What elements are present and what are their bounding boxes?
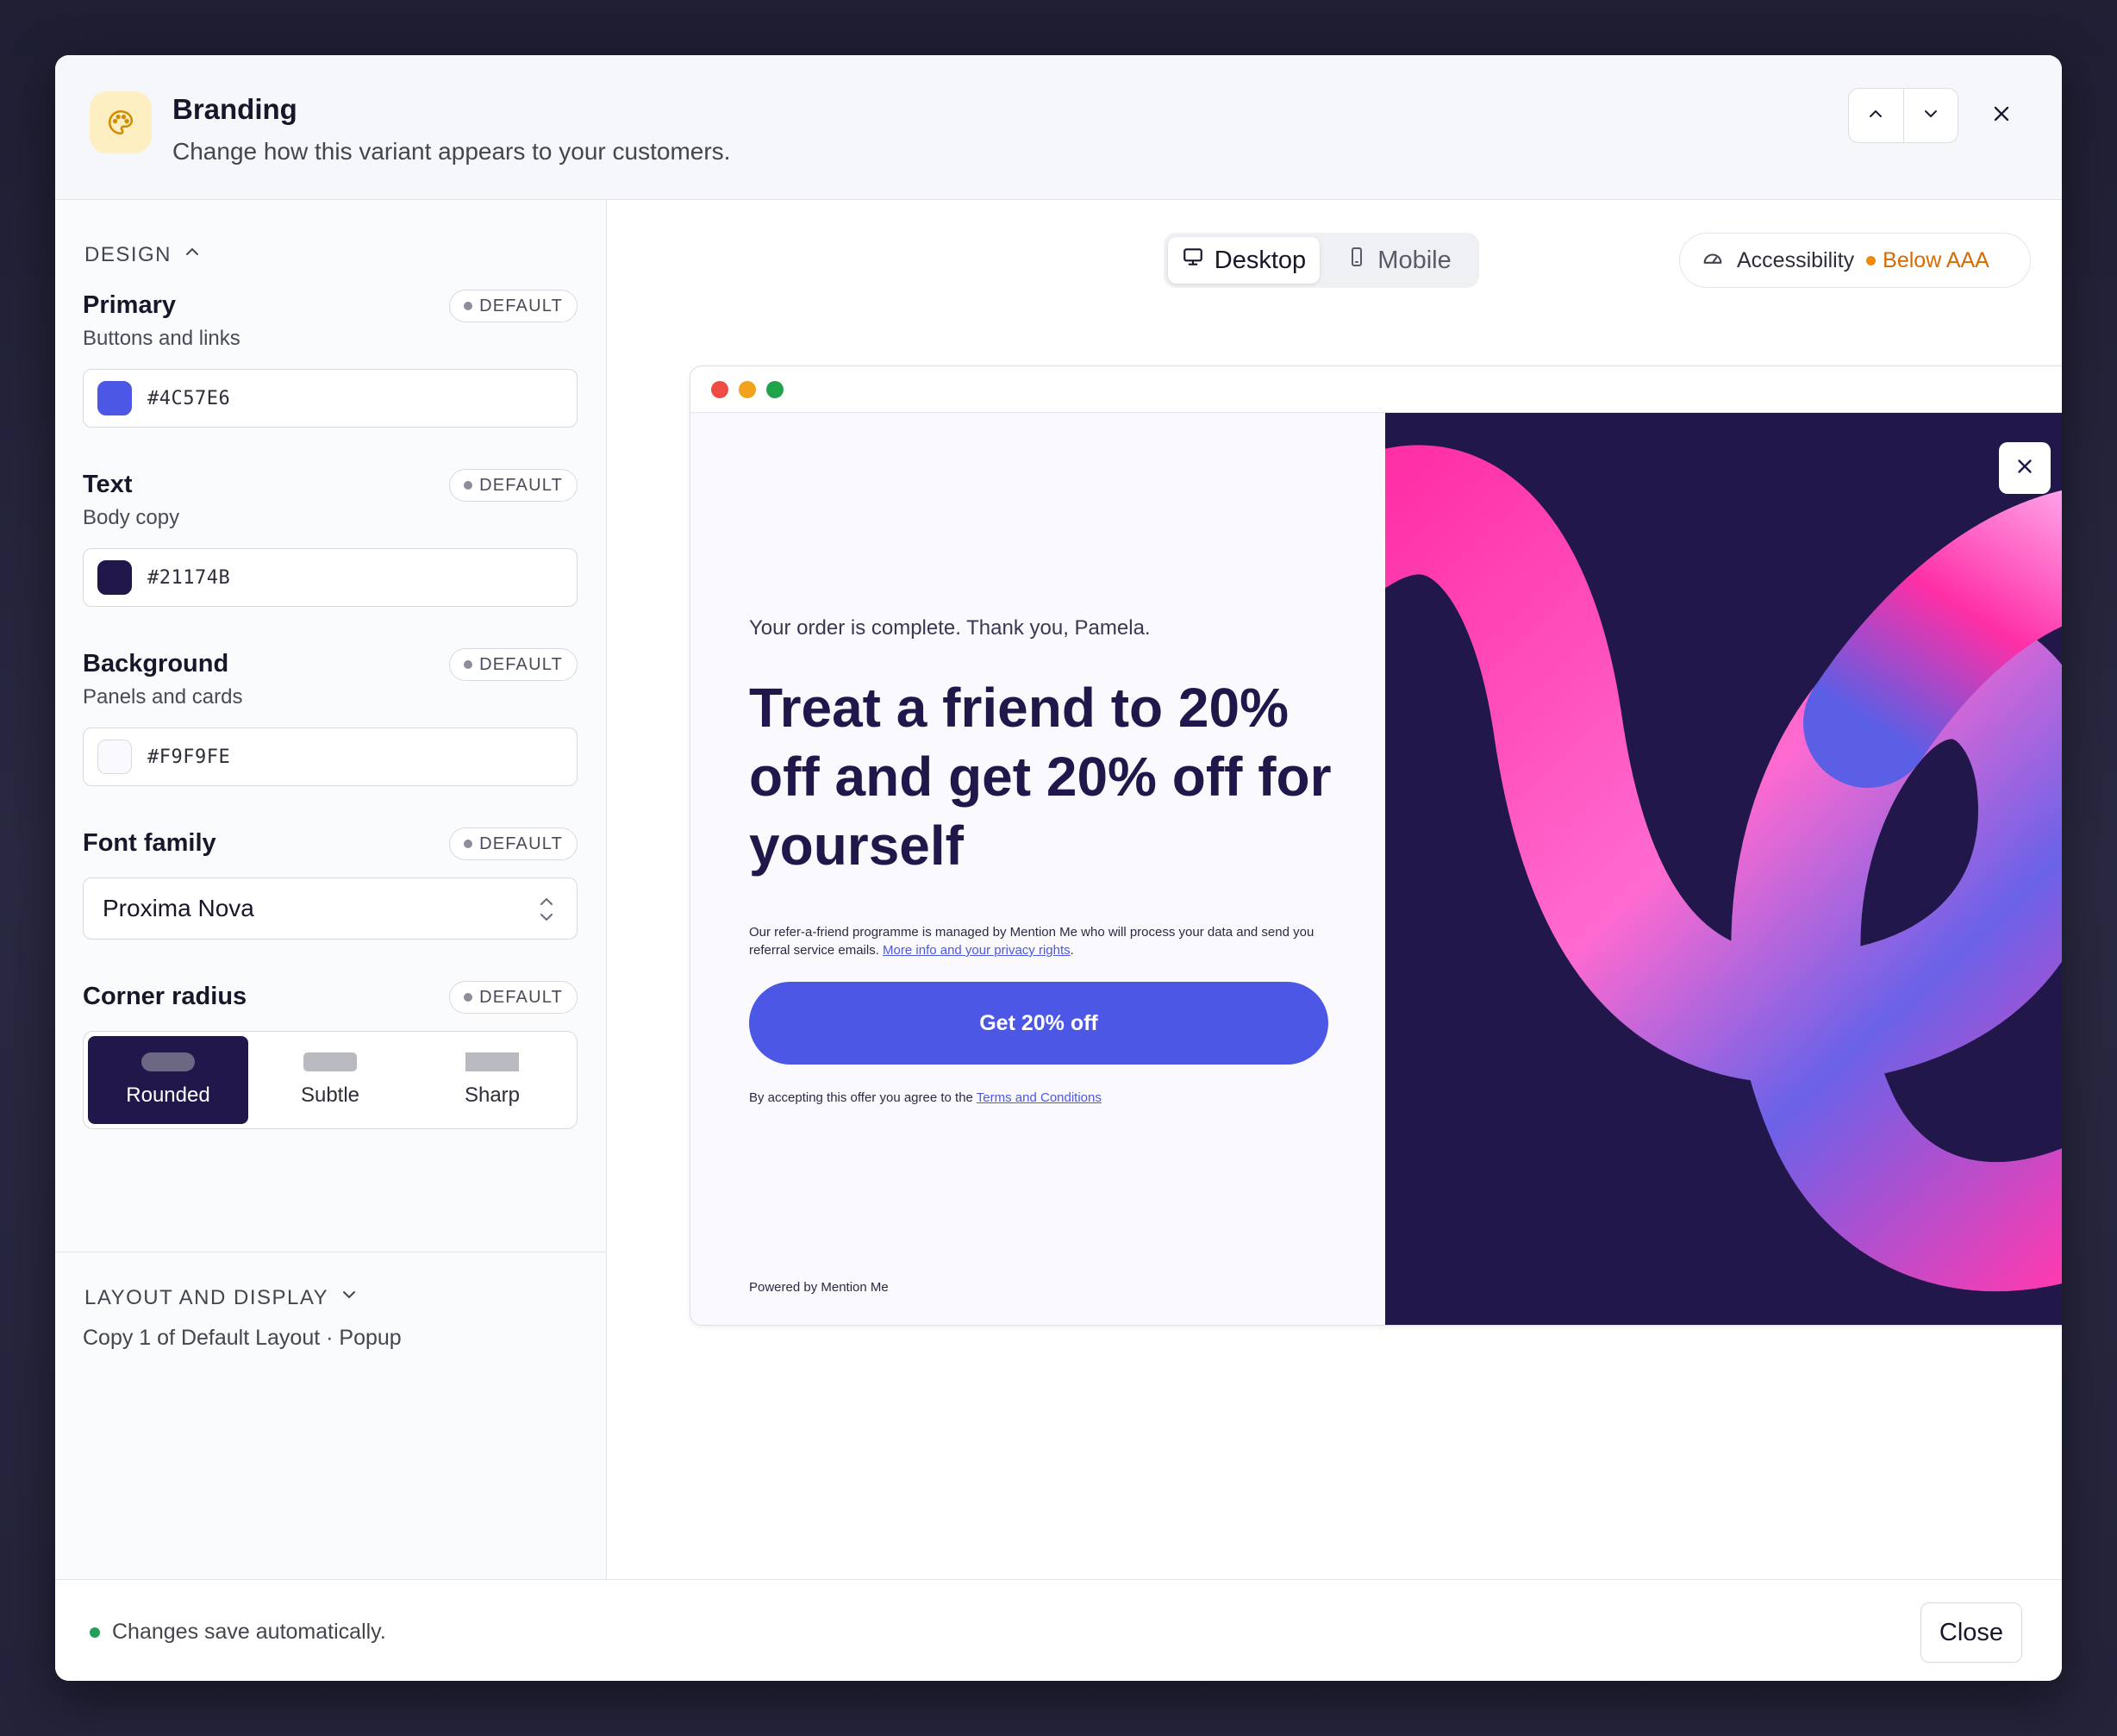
primary-color-input[interactable]: #4C57E6: [83, 369, 578, 428]
radius-option-sharp[interactable]: Sharp: [412, 1036, 572, 1124]
branding-dialog: Branding Change how this variant appears…: [55, 55, 2062, 1681]
default-badge: DEFAULT: [449, 290, 578, 322]
chevron-up-icon: [182, 241, 203, 268]
color-value: #F9F9FE: [147, 746, 231, 768]
background-color-input[interactable]: #F9F9FE: [83, 727, 578, 786]
chevron-down-icon: [1920, 103, 1941, 128]
privacy-link[interactable]: More info and your privacy rights: [883, 943, 1071, 958]
default-badge: DEFAULT: [449, 648, 578, 681]
chevron-up-icon: [1865, 103, 1886, 128]
dialog-close-button[interactable]: [1979, 93, 2024, 138]
font-family-field: Font family DEFAULT Proxima Nova: [83, 827, 578, 941]
field-description: Buttons and links: [83, 327, 240, 350]
monitor-icon: [1182, 246, 1204, 275]
status-dot: [90, 1627, 100, 1638]
design-section-label: DESIGN: [84, 242, 172, 266]
design-section-toggle[interactable]: DESIGN: [84, 241, 203, 268]
popup-content: Your order is complete. Thank you, Pamel…: [690, 413, 1385, 1325]
field-description: Panels and cards: [83, 685, 243, 709]
window-close-dot: [711, 380, 728, 398]
color-value: #4C57E6: [147, 387, 231, 409]
chevron-up-down-icon: [537, 894, 556, 931]
popup-cta-button[interactable]: Get 20% off: [749, 982, 1328, 1065]
color-swatch[interactable]: [97, 560, 132, 595]
popup-terms: By accepting this offer you agree to the…: [749, 1090, 1102, 1105]
selected-font: Proxima Nova: [103, 895, 254, 921]
corner-radius-field: Corner radius DEFAULT Rounded Subtle Sha…: [83, 981, 578, 1138]
settings-panel: DESIGN Primary Buttons and links DEFAULT…: [55, 200, 607, 1579]
radius-option-rounded[interactable]: Rounded: [88, 1036, 248, 1124]
default-badge: DEFAULT: [449, 981, 578, 1014]
palette-icon: [90, 91, 152, 153]
accessibility-label: Accessibility: [1737, 247, 1855, 272]
gauge-icon: [1701, 246, 1725, 276]
popup-fine-print: Our refer-a-friend programme is managed …: [749, 925, 1315, 958]
accessibility-status: Below AAA: [1866, 248, 1989, 273]
color-swatch[interactable]: [97, 740, 132, 774]
device-toggle: Desktop Mobile: [1164, 233, 1479, 288]
close-icon: [1989, 102, 2014, 130]
desktop-preview-window: Your order is complete. Thank you, Pamel…: [690, 365, 2062, 1326]
text-color-field: Text Body copy DEFAULT #21174B: [83, 469, 578, 609]
phone-icon: [1346, 246, 1367, 275]
accessibility-check[interactable]: Accessibility Below AAA: [1679, 233, 2031, 288]
next-button[interactable]: [1902, 89, 1958, 142]
chevron-down-icon: [339, 1284, 359, 1311]
background-color-field: Background Panels and cards DEFAULT #F9F…: [83, 648, 578, 788]
close-icon: [2014, 455, 2036, 482]
layout-summary: Copy 1 of Default Layout · Popup: [83, 1326, 402, 1350]
radius-option-subtle[interactable]: Subtle: [250, 1036, 410, 1124]
popup-artwork: [1385, 413, 2062, 1325]
tab-desktop[interactable]: Desktop: [1168, 237, 1320, 284]
font-family-select[interactable]: Proxima Nova: [83, 877, 578, 940]
powered-by: Powered by Mention Me: [749, 1280, 889, 1295]
terms-link[interactable]: Terms and Conditions: [977, 1090, 1102, 1105]
field-description: Body copy: [83, 506, 180, 529]
browser-toolbar: [690, 366, 2062, 413]
autosave-status: Changes save automatically.: [90, 1620, 386, 1645]
layout-section-toggle[interactable]: LAYOUT AND DISPLAY: [84, 1284, 359, 1311]
popup-close-button[interactable]: [1999, 442, 2051, 494]
default-badge: DEFAULT: [449, 827, 578, 860]
primary-color-field: Primary Buttons and links DEFAULT #4C57E…: [83, 290, 578, 429]
layout-section-label: LAYOUT AND DISPLAY: [84, 1285, 329, 1309]
rounded-shape-icon: [141, 1052, 195, 1071]
dialog-title: Branding: [172, 93, 297, 125]
dialog-subtitle: Change how this variant appears to your …: [172, 138, 731, 165]
previous-button[interactable]: [1849, 89, 1903, 142]
text-color-input[interactable]: #21174B: [83, 548, 578, 607]
window-minimize-dot: [739, 380, 756, 398]
sharp-shape-icon: [465, 1052, 519, 1071]
dialog-footer: Changes save automatically. Close: [55, 1579, 2062, 1681]
tab-mobile[interactable]: Mobile: [1323, 237, 1475, 284]
popup-intro: Your order is complete. Thank you, Pamel…: [749, 616, 1151, 640]
color-swatch[interactable]: [97, 381, 132, 415]
corner-radius-options: Rounded Subtle Sharp: [83, 1031, 578, 1129]
variant-nav: [1848, 88, 1958, 143]
window-maximize-dot: [766, 380, 784, 398]
ribbon-artwork: [1385, 445, 2062, 1292]
subtle-shape-icon: [303, 1052, 357, 1071]
default-badge: DEFAULT: [449, 469, 578, 502]
popup-headline: Treat a friend to 20% off and get 20% of…: [749, 677, 1332, 877]
close-button[interactable]: Close: [1920, 1602, 2022, 1663]
color-value: #21174B: [147, 566, 231, 589]
dialog-header: Branding Change how this variant appears…: [55, 55, 2062, 200]
